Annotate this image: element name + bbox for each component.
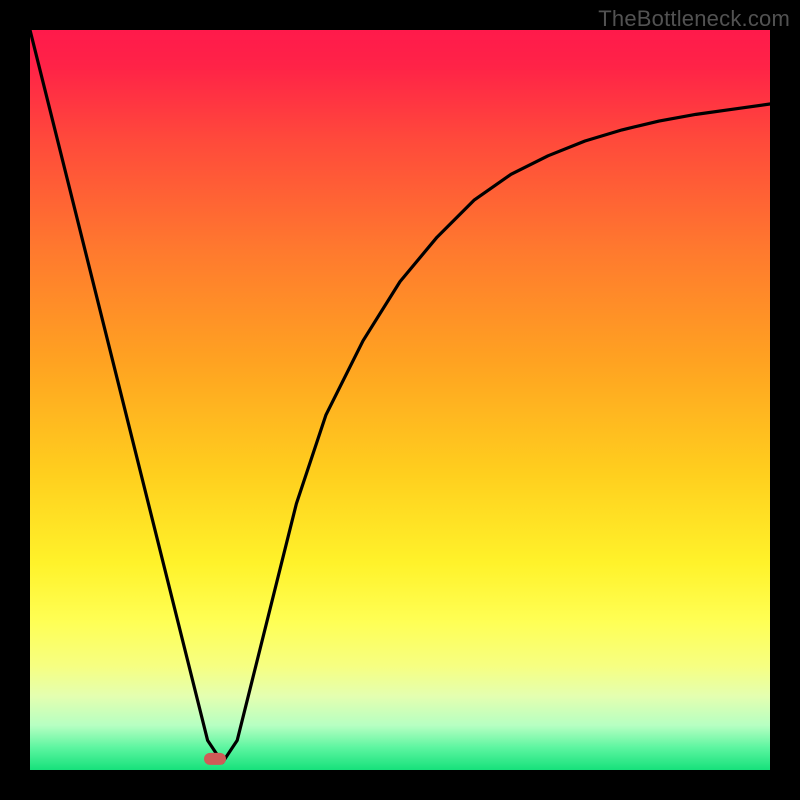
marker-pill [204, 753, 226, 765]
bottleneck-chart [30, 30, 770, 770]
chart-frame: TheBottleneck.com [0, 0, 800, 800]
watermark-text: TheBottleneck.com [598, 6, 790, 32]
plot-area [30, 30, 770, 770]
gradient-background [30, 30, 770, 770]
